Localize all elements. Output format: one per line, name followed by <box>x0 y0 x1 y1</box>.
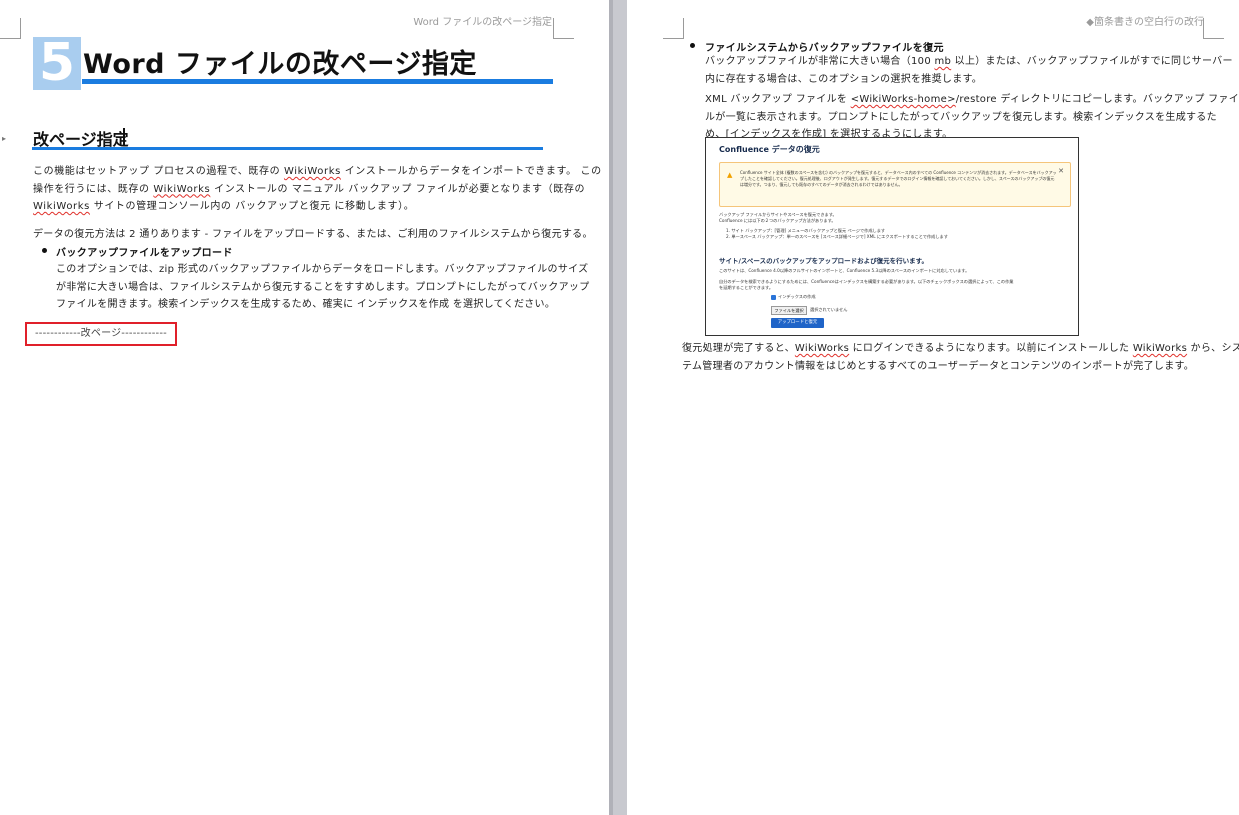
embedded-screenshot[interactable]: Confluence データの復元 ▲ ✕ Confluence サイト全体 (… <box>705 137 1079 336</box>
product-name: WikiWorks <box>33 201 90 212</box>
upload-restore-button: アップロードと復元 <box>771 318 824 328</box>
text-run: 操作を行うには、既存の <box>33 183 154 195</box>
page-gap <box>609 0 627 815</box>
product-name: WikiWorks <box>283 166 341 177</box>
bullet-body[interactable]: このオプションでは、zip 形式のバックアップファイルからデータをロードします。… <box>56 261 590 314</box>
text-run: /restore ディレクトリにコピーします。バックアップ ファイ <box>955 94 1239 105</box>
product-name: WikiWorks <box>794 343 850 354</box>
screenshot-text: このサイトは、Confluence 4.0以降のフルサイトのインポートと、Con… <box>719 268 970 273</box>
paragraph-mark: ▸ <box>2 134 7 143</box>
text-line: 内に存在する場合は、このオプションの選択を推奨します。 <box>705 73 983 85</box>
text-run: XML バックアップ ファイルを <box>705 94 851 105</box>
text-line: が非常に大きい場合は、ファイルシステムから復元することをすすめします。プロンプト… <box>56 281 590 293</box>
text-run: インストールからデータをインポートできます。 この <box>340 166 602 177</box>
path-text: <WikiWorks-home> <box>850 94 956 105</box>
text-run: この機能はセットアップ プロセスの過程で、既存の <box>33 166 284 177</box>
screenshot-text: Confluence には以下の２つのバックアップ方法があります。 <box>719 218 836 223</box>
text-run: 復元処理が完了すると、 <box>682 343 795 354</box>
screenshot-title: Confluence データの復元 <box>719 145 820 154</box>
bullet-title[interactable]: ファイルシステムからバックアップファイルを復元 <box>705 39 944 54</box>
chapter-number: 5 <box>33 37 81 90</box>
unit-text: mb <box>934 56 952 67</box>
chapter-title[interactable]: Word ファイルの改ページ指定 <box>83 42 477 81</box>
checkbox-icon <box>771 295 776 300</box>
text-run: インストールの マニュアル バックアップ ファイルが必要となります（既存の <box>210 183 586 195</box>
crop-mark <box>1203 18 1224 39</box>
crop-mark <box>0 18 21 39</box>
warning-text: Confluence サイト全体 (複数のスペースを含む) のバックアップを復元… <box>740 170 1057 188</box>
file-select-button: ファイルを選択 <box>771 306 807 315</box>
text-line: ルが一覧に表示されます。プロンプトにしたがってバックアップを復元します。検索イン… <box>705 111 1217 123</box>
screenshot-subheading: サイト/スペースのバックアップをアップロードおよび復元を行います。 <box>719 257 928 265</box>
section-rule <box>32 147 543 150</box>
text-run: サイトの管理コンソール内の バックアップと復元 に移動します）。 <box>89 201 415 212</box>
crop-mark <box>553 18 574 39</box>
warning-icon: ▲ <box>727 171 733 179</box>
screenshot-list-item: 2. 単一スペース バックアップ：単一のスペースを [スペース詳細ページで] X… <box>726 234 948 239</box>
screenshot-text: を延期することができます。 <box>719 285 774 290</box>
text-run: バックアップファイルが非常に大きい場合（100 <box>705 56 935 67</box>
text-cursor <box>123 128 125 146</box>
chapter-rule <box>82 79 553 84</box>
checkbox-label: インデックスの作成 <box>778 294 816 299</box>
text-run: から、シス <box>1187 343 1239 354</box>
text-line: このオプションでは、zip 形式のバックアップファイルからデータをロードします。… <box>56 264 589 275</box>
bullet-title[interactable]: バックアップファイルをアップロード <box>56 244 233 259</box>
intro-paragraph[interactable]: この機能はセットアップ プロセスの過程で、既存の WikiWorks インストー… <box>33 163 601 216</box>
text-line: テム管理者のアカウント情報をはじめとするすべてのユーザーデータとコンテンツのイン… <box>682 360 1195 372</box>
closing-paragraph[interactable]: 復元処理が完了すると、WikiWorks にログインできるようになります。以前に… <box>682 340 1239 375</box>
warning-panel: ▲ ✕ Confluence サイト全体 (複数のスペースを含む) のバックアッ… <box>719 162 1071 207</box>
text-run: 以上）または、バックアップファイルがすでに同じサーバー <box>951 56 1233 67</box>
page-break-marker[interactable]: ------------改ページ------------ <box>25 322 177 346</box>
file-status: 選択されていません <box>810 307 848 312</box>
running-head: Word ファイルの改ページ指定 <box>413 17 552 28</box>
bullet-dot <box>42 248 47 253</box>
bullet-body[interactable]: バックアップファイルが非常に大きい場合（100 mb 以上）または、バックアップ… <box>705 53 1239 144</box>
document-page-left: Word ファイルの改ページ指定 5 Word ファイルの改ページ指定 ▸ 改ペ… <box>0 0 609 815</box>
close-icon: ✕ <box>1058 167 1064 175</box>
product-name: WikiWorks <box>1132 343 1188 354</box>
methods-sentence[interactable]: データの復元方法は 2 通りあります - ファイルをアップロードする、または、ご… <box>33 226 593 244</box>
text-line: ファイルを開きます。検索インデックスを生成するため、確実に インデックスを作成 … <box>56 299 556 310</box>
text-run: にログインできるようになります。以前にインストールした <box>849 343 1133 354</box>
crop-mark <box>663 18 684 39</box>
bullet-dot <box>690 43 695 48</box>
running-head: ◆箇条書きの空白行の改行 <box>1086 17 1204 28</box>
product-name: WikiWorks <box>153 183 211 195</box>
